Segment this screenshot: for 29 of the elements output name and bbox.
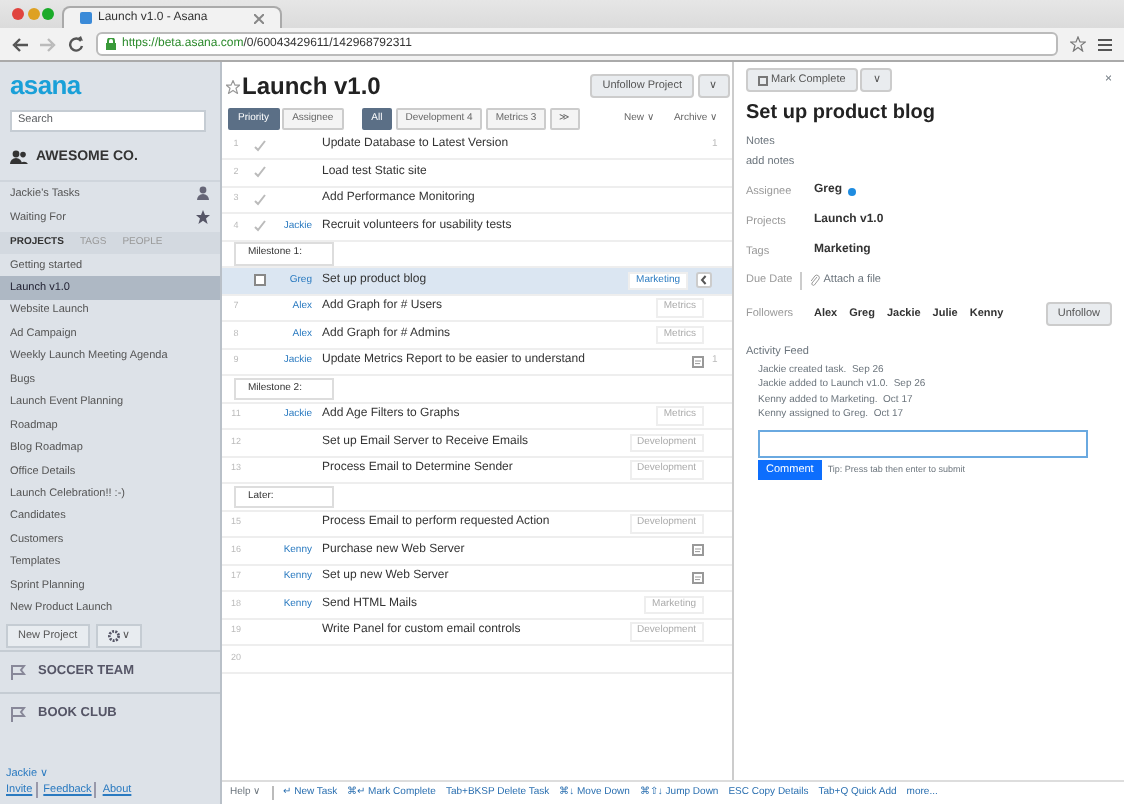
reload-icon[interactable] bbox=[68, 36, 84, 52]
person-icon bbox=[196, 186, 210, 200]
comment-icon[interactable] bbox=[692, 544, 704, 557]
forward-icon[interactable] bbox=[40, 37, 56, 51]
flag-icon bbox=[10, 705, 26, 722]
star-icon[interactable] bbox=[1070, 36, 1086, 52]
gear-icon bbox=[107, 629, 120, 642]
comment-icon[interactable] bbox=[692, 355, 704, 368]
task-checkbox[interactable] bbox=[254, 274, 266, 287]
back-icon[interactable] bbox=[12, 37, 28, 51]
people-icon bbox=[10, 150, 28, 165]
flag-icon bbox=[10, 664, 26, 681]
comment-field[interactable] bbox=[758, 429, 1088, 457]
checkmark-icon[interactable] bbox=[254, 220, 266, 233]
checkmark-icon[interactable] bbox=[254, 139, 266, 152]
assignee-status-dot bbox=[848, 187, 857, 196]
close-icon[interactable] bbox=[254, 13, 264, 23]
project-title: Launch v1.0 bbox=[242, 70, 383, 104]
collapse-icon[interactable] bbox=[696, 272, 712, 289]
lock-icon bbox=[106, 38, 116, 50]
star-icon[interactable] bbox=[225, 79, 239, 93]
checkmark-icon[interactable] bbox=[254, 193, 266, 206]
paperclip-icon bbox=[810, 274, 821, 287]
menu-icon[interactable] bbox=[1098, 37, 1112, 51]
star-icon bbox=[196, 210, 210, 225]
comment-icon[interactable] bbox=[692, 571, 704, 584]
task-title: Set up product blog bbox=[746, 100, 937, 129]
asana-tab-icon bbox=[80, 12, 92, 24]
checkmark-icon[interactable] bbox=[254, 166, 266, 179]
